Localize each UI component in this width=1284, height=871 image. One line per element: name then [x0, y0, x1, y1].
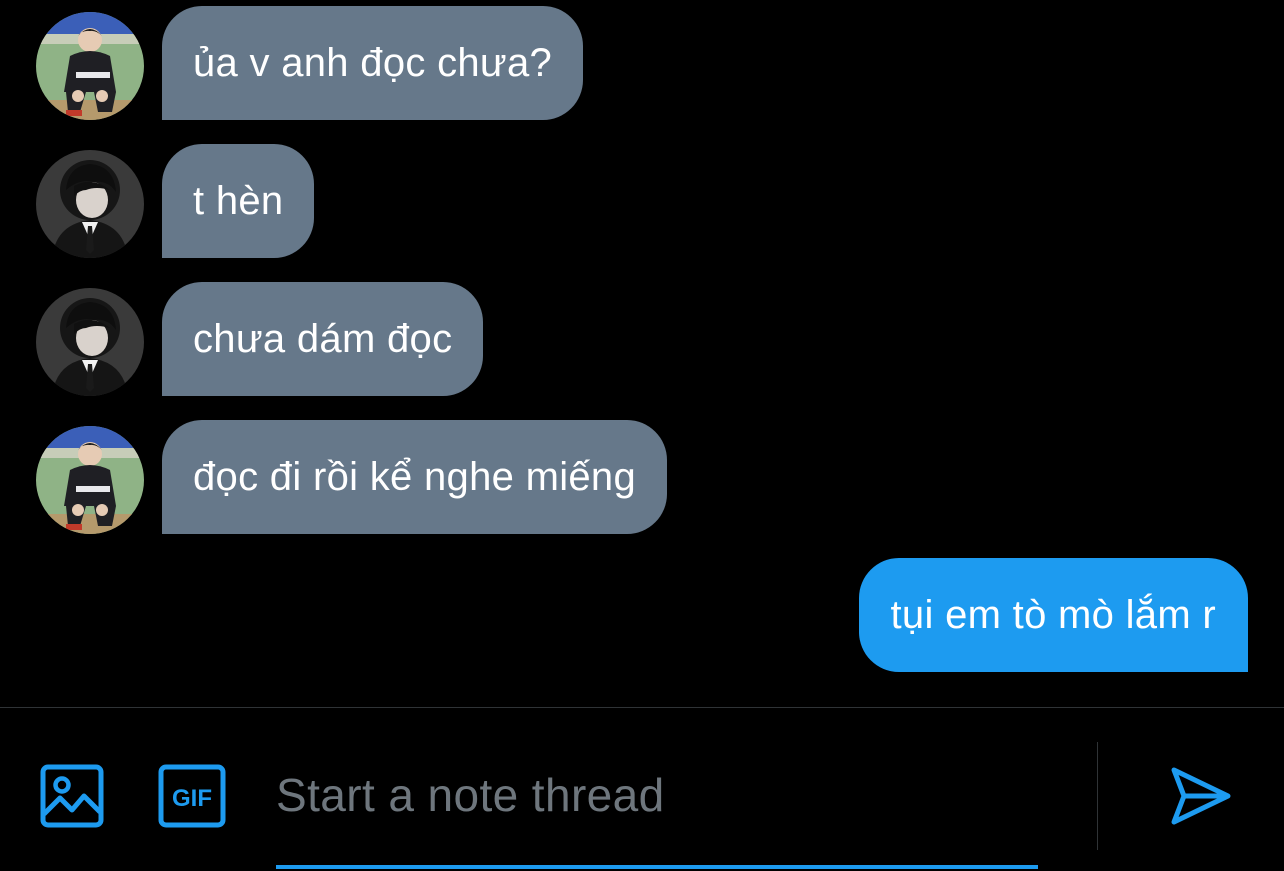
avatar-user-a[interactable] [36, 12, 144, 120]
avatar-photo-b [36, 150, 144, 258]
avatar-photo-b [36, 288, 144, 396]
compose-separator [1097, 742, 1098, 850]
gif-label: GIF [172, 785, 212, 812]
avatar-photo-a [36, 12, 144, 120]
gif-icon[interactable]: GIF [158, 764, 226, 833]
note-thread-input[interactable]: Start a note thread [276, 745, 1038, 845]
avatar-user-a[interactable] [36, 426, 144, 534]
avatar-photo-a [36, 426, 144, 534]
avatar-user-b[interactable] [36, 288, 144, 396]
avatar-user-b[interactable] [36, 150, 144, 258]
image-icon[interactable] [40, 764, 104, 833]
message-bubble[interactable]: t hèn [162, 144, 315, 258]
input-focus-underline [276, 865, 1038, 869]
message-bubble[interactable]: đọc đi rồi kể nghe miếng [162, 420, 668, 534]
message-bubble[interactable]: ủa v anh đọc chưa? [162, 6, 584, 120]
message-bubble[interactable]: chưa dám đọc [162, 282, 484, 396]
compose-divider [0, 707, 1284, 708]
message-bubble-sent[interactable]: tụi em tò mò lắm r [858, 558, 1248, 672]
send-icon[interactable] [1168, 764, 1232, 833]
